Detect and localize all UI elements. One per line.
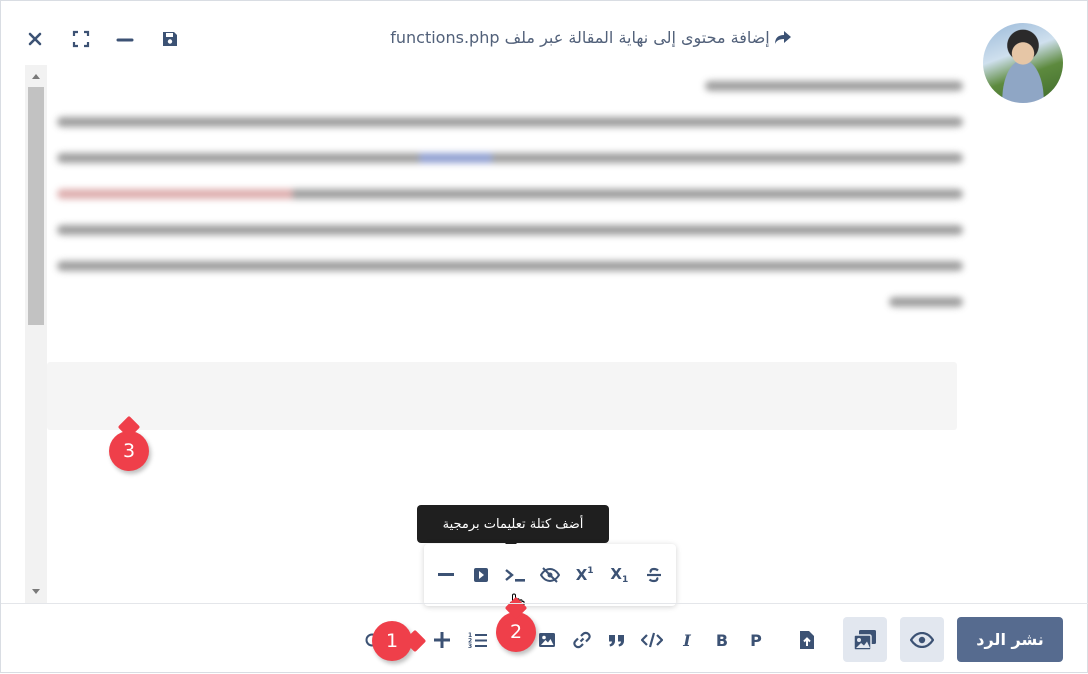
fullscreen-icon[interactable]: [69, 27, 93, 51]
close-icon[interactable]: [23, 27, 47, 51]
scroll-thumb[interactable]: [28, 87, 44, 325]
avatar: [983, 23, 1063, 103]
image-icon[interactable]: [534, 627, 560, 653]
minimize-icon[interactable]: [113, 27, 137, 51]
strikethrough-icon[interactable]: [640, 561, 668, 589]
horizontal-rule-icon[interactable]: [432, 561, 460, 589]
inline-code-icon[interactable]: [639, 627, 665, 653]
code-block[interactable]: [47, 362, 957, 430]
more-formatting-popup: X1 X1: [424, 544, 676, 606]
scroll-down-icon[interactable]: [25, 583, 47, 601]
quote-icon[interactable]: [604, 627, 630, 653]
superscript-icon[interactable]: X1: [571, 561, 599, 589]
paragraph-button[interactable]: P: [743, 627, 769, 653]
eye-icon[interactable]: [900, 617, 944, 662]
save-icon[interactable]: [158, 27, 182, 51]
scrollbar[interactable]: [25, 65, 47, 603]
add-icon[interactable]: [429, 627, 455, 653]
hide-icon[interactable]: [536, 561, 564, 589]
bold-button[interactable]: B: [709, 627, 735, 653]
subscript-icon[interactable]: X1: [605, 561, 633, 589]
italic-button[interactable]: I: [674, 627, 700, 653]
tooltip: أضف كتلة تعليمات برمجية: [417, 505, 609, 549]
upload-icon[interactable]: [794, 627, 820, 653]
svg-text:3: 3: [468, 643, 472, 649]
media-icon[interactable]: [843, 617, 887, 662]
page-title: إضافة محتوى إلى نهاية المقالة عبر ملف fu…: [301, 28, 881, 49]
callout-3: 3: [109, 431, 149, 471]
video-icon[interactable]: [467, 561, 495, 589]
code-block-icon[interactable]: [501, 561, 529, 589]
callout-1: 1: [372, 621, 412, 661]
reply-icon: [774, 30, 792, 49]
ordered-list-icon[interactable]: 123: [465, 627, 491, 653]
editor-window: إضافة محتوى إلى نهاية المقالة عبر ملف fu…: [0, 0, 1088, 673]
publish-button[interactable]: نشر الرد: [957, 617, 1063, 662]
blurred-content: [57, 65, 963, 333]
title-text: إضافة محتوى إلى نهاية المقالة عبر ملف fu…: [390, 28, 770, 47]
link-icon[interactable]: [569, 627, 595, 653]
scroll-up-icon[interactable]: [25, 67, 47, 85]
tooltip-text: أضف كتلة تعليمات برمجية: [442, 516, 584, 532]
